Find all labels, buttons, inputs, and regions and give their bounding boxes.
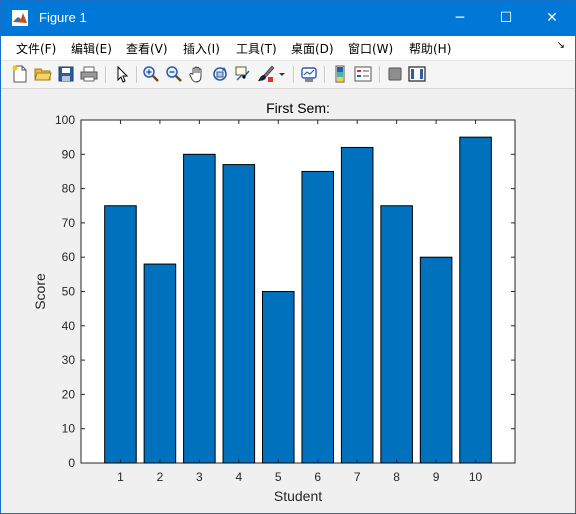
pan-hand-icon[interactable] [188,65,206,83]
y-tick-label: 100 [55,113,75,127]
select-pointer-icon[interactable] [113,65,131,83]
x-tick-label: 8 [393,470,400,484]
toolbar-separator [293,66,295,83]
bar-8[interactable] [380,205,413,464]
x-tick-label: 9 [433,470,440,484]
y-tick-label: 10 [62,422,76,436]
matlab-icon [12,10,28,26]
minimize-button[interactable]: ─ [437,1,483,36]
y-tick-label: 30 [62,353,76,367]
chart-title: First Sem: [266,100,330,116]
print-icon[interactable] [80,65,98,83]
bar-4[interactable] [222,164,256,464]
bar-7[interactable] [340,146,374,464]
toolbar-separator [379,66,381,83]
menu-tools[interactable]: 工具(T) [236,40,277,57]
x-tick-label: 4 [235,470,242,484]
x-tick-label: 6 [314,470,321,484]
bar-2[interactable] [143,263,177,464]
bar-10[interactable] [459,136,492,464]
data-cursor-icon[interactable] [234,65,252,83]
zoom-in-icon[interactable] [142,65,160,83]
menu-insert[interactable]: 插入(I) [183,40,220,57]
brush-dropdown-icon[interactable] [278,65,286,83]
menu-desktop[interactable]: 桌面(D) [291,40,334,57]
hide-plot-tools-icon[interactable] [386,65,404,83]
show-plot-tools-icon[interactable] [408,65,426,83]
menu-overflow-icon[interactable]: ↘ [557,40,565,51]
bar-6[interactable] [301,170,335,464]
y-tick-label: 80 [62,182,76,196]
save-icon[interactable] [57,65,75,83]
toolbar-separator [324,66,326,83]
x-tick-label: 7 [354,470,361,484]
insert-colorbar-icon[interactable] [331,65,349,83]
menu-view[interactable]: 查看(V) [126,40,168,57]
figure-toolbar [1,61,575,89]
toolbar-separator [136,66,138,83]
x-tick-label: 5 [275,470,282,484]
x-axis-label: Student [274,488,322,504]
toolbar-separator [105,66,107,83]
close-button[interactable]: ✕ [529,1,575,36]
menu-bar: 文件(F) 编辑(E) 查看(V) 插入(I) 工具(T) 桌面(D) 窗口(W… [1,36,575,61]
rotate-3d-icon[interactable] [211,65,229,83]
menu-help[interactable]: 帮助(H) [409,40,451,57]
bar-1[interactable] [104,205,137,464]
x-tick-label: 10 [469,470,483,484]
window-title: Figure 1 [39,10,87,25]
title-bar[interactable]: Figure 1 ─ ☐ ✕ [1,1,575,36]
bar-3[interactable] [183,153,216,464]
bar-9[interactable] [419,256,453,464]
y-tick-label: 60 [62,250,76,264]
bar-5[interactable] [261,291,295,464]
menu-edit[interactable]: 编辑(E) [71,40,112,57]
open-file-icon[interactable] [34,65,52,83]
maximize-button[interactable]: ☐ [483,1,529,36]
new-figure-icon[interactable] [11,65,29,83]
insert-legend-icon[interactable] [354,65,372,83]
bar-chart[interactable]: 0 10 20 30 40 50 60 70 80 90 100 1 2 3 4 5 6 7 8 9 10 First… [0,88,574,512]
link-plot-icon[interactable] [300,65,318,83]
x-tick-label: 2 [157,470,164,484]
y-tick-label: 90 [62,147,76,161]
x-tick-label: 3 [196,470,203,484]
y-tick-label: 0 [68,456,75,470]
brush-icon[interactable] [257,65,275,83]
menu-window[interactable]: 窗口(W) [348,40,393,57]
y-tick-label: 50 [62,285,76,299]
y-tick-label: 40 [62,319,76,333]
y-tick-label: 20 [62,387,76,401]
menu-file[interactable]: 文件(F) [16,40,56,57]
y-axis-label: Score [32,273,48,310]
x-tick-label: 1 [117,470,124,484]
zoom-out-icon[interactable] [165,65,183,83]
y-tick-label: 70 [62,216,76,230]
